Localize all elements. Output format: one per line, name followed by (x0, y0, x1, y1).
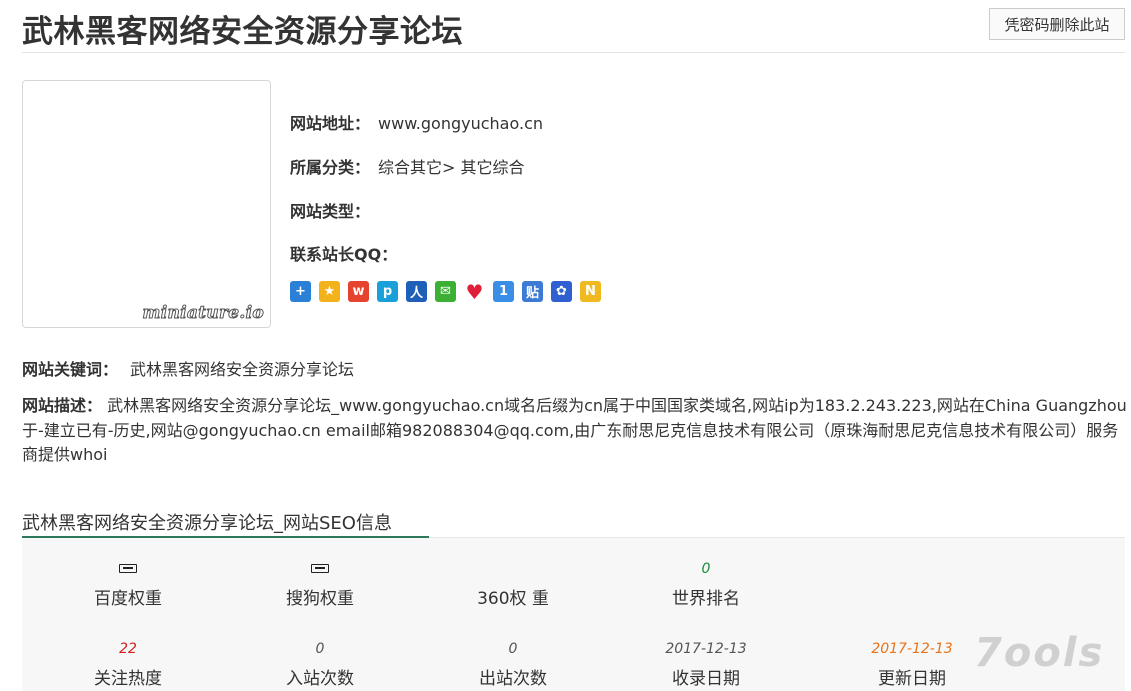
seo-stat-value (438, 559, 588, 579)
seo-stat-value: 22 (119, 641, 137, 657)
seo-stat-label: 百度权重 (94, 589, 162, 609)
contact-qq-row: 联系站长QQ： (290, 241, 397, 265)
description-value: 武林黑客网络安全资源分享论坛_www.gongyuchao.cn域名后缀为cn属… (22, 396, 1127, 464)
seo-stat-value (245, 559, 395, 579)
qzone-icon[interactable]: ★ (319, 281, 340, 302)
seo-stat-r1-3: 0 世界排名 (631, 559, 781, 609)
rank-badge-icon (119, 564, 137, 573)
delete-site-button[interactable]: 凭密码删除此站 (989, 8, 1125, 40)
keywords-label: 网站关键词： (22, 360, 119, 379)
seo-stat-label: 360权 重 (477, 589, 549, 609)
one-icon[interactable]: 1 (493, 281, 514, 302)
category-value[interactable]: 综合其它> 其它综合 (378, 158, 525, 177)
site-address-value[interactable]: www.gongyuchao.cn (378, 114, 543, 133)
seo-stat-value (53, 559, 203, 579)
n-icon[interactable]: N (580, 281, 601, 302)
seo-stat-label: 入站次数 (286, 669, 354, 689)
seo-stat-r2-2: 0 出站次数 (438, 639, 588, 689)
seo-stat-label: 世界排名 (672, 589, 740, 609)
seo-section-title: 武林黑客网络安全资源分享论坛_网站SEO信息 (22, 513, 392, 534)
seo-stat-r2-4: 2017-12-13 更新日期 (837, 639, 987, 689)
seo-stat-r2-1: 0 入站次数 (245, 639, 395, 689)
thumbnail-watermark: miniature.io (142, 303, 264, 324)
wechat-icon[interactable]: ✉ (435, 281, 456, 302)
rank-badge-icon (311, 564, 329, 573)
site-address-row: 网站地址： www.gongyuchao.cn (290, 110, 543, 134)
share-bar: + ★ w p 人 ✉ ♥ 1 贴 ✿ N (290, 280, 601, 304)
description-label: 网站描述： (22, 396, 103, 415)
category-label: 所属分类： (290, 158, 371, 177)
seo-stat-r2-3: 2017-12-13 收录日期 (631, 639, 781, 689)
seo-stat-value: 0 (508, 641, 518, 657)
category-row: 所属分类： 综合其它> 其它综合 (290, 154, 525, 178)
plus-share-icon[interactable]: + (290, 281, 311, 302)
seo-stat-label: 搜狗权重 (286, 589, 354, 609)
tqq-icon[interactable]: p (377, 281, 398, 302)
seo-stat-r1-2: 360权 重 (438, 559, 588, 609)
seo-stats-panel: 百度权重 搜狗权重 360权 重 0 世界排名 22 关注热度 0 入站次数 0 出站次数 2017-… (22, 538, 1125, 691)
description-row: 网站描述： 武林黑客网络安全资源分享论坛_www.gongyuchao.cn域名… (22, 394, 1130, 468)
seo-stat-label: 收录日期 (672, 669, 740, 689)
weibo-icon[interactable]: w (348, 281, 369, 302)
tieba-icon[interactable]: 贴 (522, 281, 543, 302)
seo-stat-value: 2017-12-13 (665, 641, 747, 657)
seo-stat-value: 2017-12-13 (871, 641, 953, 657)
seo-stat-label: 出站次数 (479, 669, 547, 689)
seo-stat-value: 0 (315, 641, 325, 657)
site-type-label: 网站类型： (290, 202, 371, 221)
contact-qq-label: 联系站长QQ： (290, 245, 398, 264)
seo-stat-value: 0 (701, 561, 711, 577)
renren-icon[interactable]: 人 (406, 281, 427, 302)
site-address-label: 网站地址： (290, 114, 371, 133)
keywords-value: 武林黑客网络安全资源分享论坛 (130, 360, 355, 379)
page-title: 武林黑客网络安全资源分享论坛 (22, 14, 463, 50)
seo-stat-label: 更新日期 (878, 669, 946, 689)
site-type-row: 网站类型： (290, 198, 370, 222)
seo-stat-label: 关注热度 (94, 669, 162, 689)
tools-watermark: 7ools (974, 630, 1105, 676)
heart-icon[interactable]: ♥ (464, 280, 485, 304)
header-divider (22, 52, 1125, 53)
seo-stat-r1-0: 百度权重 (53, 559, 203, 609)
site-thumbnail: miniature.io (22, 80, 271, 328)
keywords-row: 网站关键词： 武林黑客网络安全资源分享论坛 (22, 356, 354, 380)
baidu-icon[interactable]: ✿ (551, 281, 572, 302)
seo-stat-r1-1: 搜狗权重 (245, 559, 395, 609)
seo-stat-r2-0: 22 关注热度 (53, 639, 203, 689)
